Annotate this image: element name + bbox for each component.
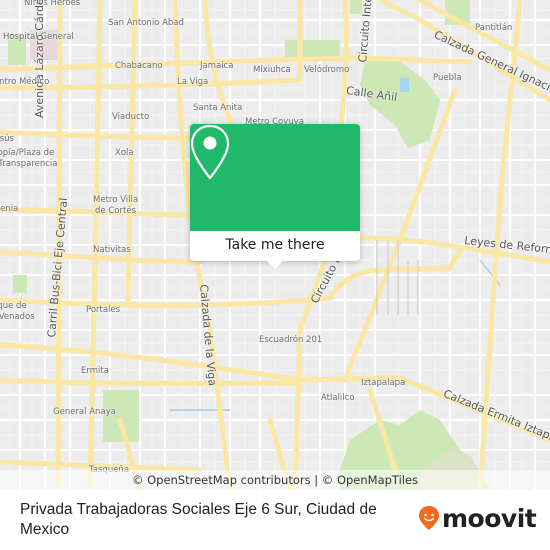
map-label-ermita: Ermita <box>81 366 109 376</box>
moovit-smiley-pin-icon <box>419 506 439 530</box>
map-view[interactable]: Niños Héroes San Antonio Abad Hospital G… <box>0 0 550 490</box>
map-pin-icon <box>190 124 230 180</box>
popup-header <box>190 124 360 231</box>
map-label-santa-anita: Santa Anita <box>193 103 243 113</box>
map-label-iztapalapa: Iztapalapa <box>361 378 406 388</box>
map-label-velodromo: Velódromo <box>304 65 350 75</box>
map-label-escuadron-201: Escuadrón 201 <box>259 335 323 345</box>
moovit-logo-text: moovit <box>442 503 537 533</box>
map-label-la-viga: La Viga <box>177 77 209 87</box>
take-me-there-button[interactable]: Take me there <box>190 231 360 261</box>
map-label-general-anaya: General Anaya <box>53 407 116 417</box>
map-label-centro-medico: Centro Médico <box>0 77 50 87</box>
popup-pointer <box>267 261 283 269</box>
map-label-xola: Xola <box>115 148 134 158</box>
map-label-jamaica: Jamaica <box>200 61 234 71</box>
map-label-plaza-transparencia: Utopía/Plaza de la Transparencia <box>0 148 58 169</box>
map-label-portales: Portales <box>86 305 121 315</box>
map-label-avenida-lazaro-cardenas: Avenida Lázaro Cárdenas <box>33 0 46 118</box>
map-label-atlalilco: Atlalilco <box>321 393 355 403</box>
moovit-logo[interactable]: moovit <box>418 503 537 533</box>
map-label-eugenia: Eugenia <box>0 204 19 214</box>
map-label-parque-venados: Parque de los Venados <box>0 301 35 322</box>
location-popup: Take me there <box>190 124 360 269</box>
map-label-chabacano: Chabacano <box>115 61 163 71</box>
map-label-san-antonio-abad: San Antonio Abad <box>108 18 184 28</box>
destination-address: Privada Trabajadoras Sociales Eje 6 Sur,… <box>20 501 377 538</box>
map-attribution: © OpenStreetMap contributors | © OpenMap… <box>0 470 550 490</box>
map-label-metro-villa-cortes: Metro Villa de Cortés <box>93 195 139 216</box>
map-label-nativitas: Nativitas <box>93 245 131 255</box>
map-label-mixiuhca: Mixiuhca <box>253 65 291 75</box>
map-label-jesus: Jesús <box>0 134 14 144</box>
map-label-puebla: Puebla <box>433 73 462 83</box>
map-label-viaducto: Viaducto <box>112 112 150 122</box>
map-label-pantitlan: Pantitlán <box>475 23 513 33</box>
